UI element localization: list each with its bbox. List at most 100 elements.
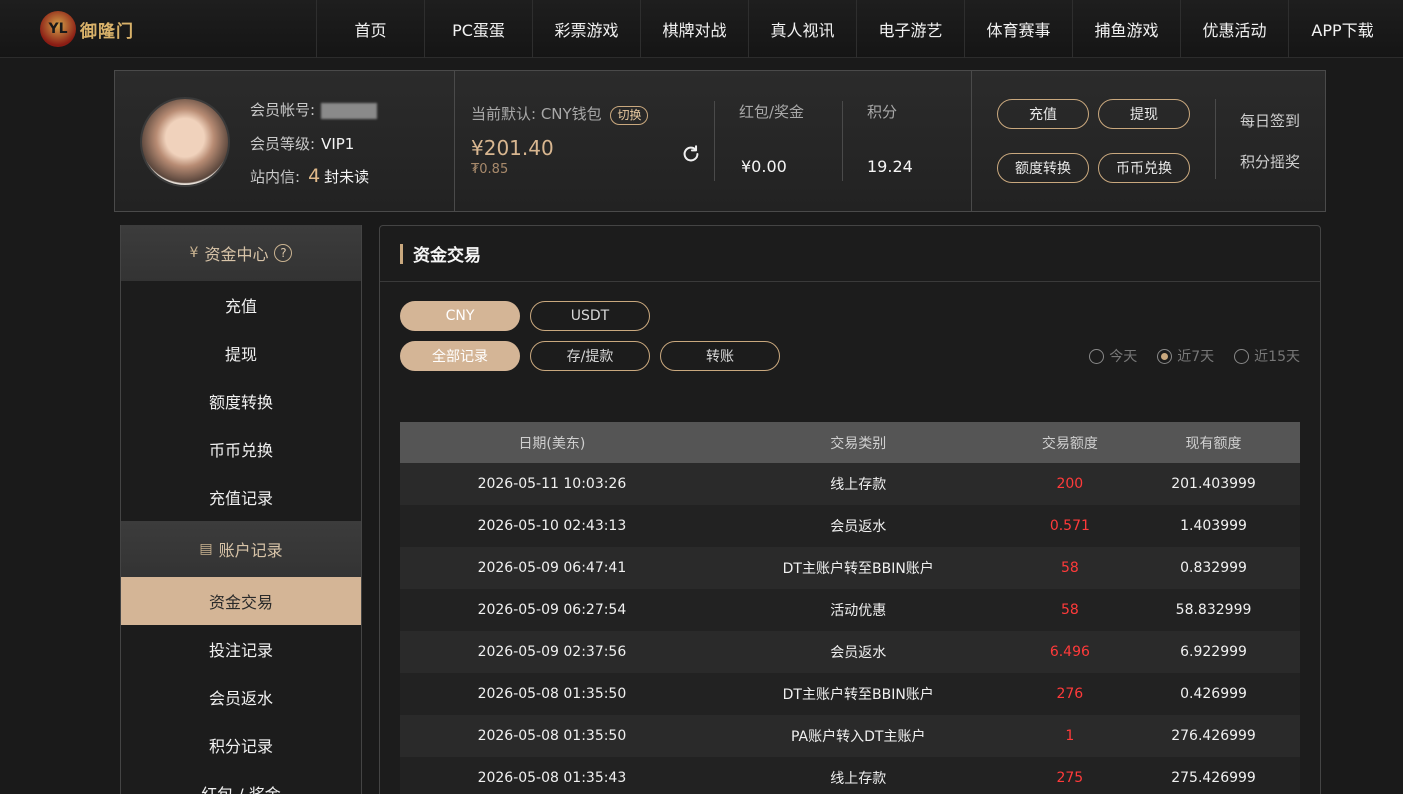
top-navigation-bar: YL 御隆门 首页 PC蛋蛋 彩票游戏 棋牌对战 真人视讯 电子游艺 体育赛事 … [0,0,1403,58]
wallet-section: 当前默认: CNY钱包 切换 ¥201.40 ₮0.85 红包/奖金 ¥0.00… [455,71,972,211]
cell-amount: 275 [1012,757,1128,794]
menu-item-fund-transactions[interactable]: 资金交易 [121,577,361,625]
cell-date: 2026-05-10 02:43:13 [400,505,704,547]
nav-item-chess[interactable]: 棋牌对战 [640,0,748,58]
logo-emblem-icon: YL [40,11,76,47]
nav-item-app-download[interactable]: APP下载 [1288,0,1396,58]
yen-coin-icon: ¥ [189,245,199,261]
funds-center-header: ¥ 资金中心 ? [121,225,361,281]
range-today[interactable]: 今天 [1089,346,1137,366]
quick-actions: 充值 提现 额度转换 币币兑换 每日签到 积分摇奖 [972,71,1325,211]
wallet-switch-button[interactable]: 切换 [610,106,649,125]
range-7-days[interactable]: 近7天 [1157,346,1214,366]
nav-item-home[interactable]: 首页 [316,0,424,58]
cell-amount: 58 [1012,589,1128,631]
help-icon[interactable]: ? [274,244,293,262]
wallet-default-label: 当前默认: CNY钱包 切换 [471,103,649,125]
divider [714,101,715,181]
level-label: 会员等级: [250,135,316,153]
menu-item-transfer[interactable]: 额度转换 [121,377,361,425]
member-profile: 会员帐号: 会员等级: VIP1 站内信: 4 封未读 [115,71,455,211]
cell-amount: 6.496 [1012,631,1128,673]
panel-header: 资金交易 [380,226,1320,282]
brand-logo[interactable]: YL 御隆门 [40,8,140,50]
menu-item-withdraw[interactable]: 提现 [121,329,361,377]
cell-type: 线上存款 [703,463,1013,505]
cell-balance: 276.426999 [1127,715,1300,757]
nav-item-sports[interactable]: 体育赛事 [964,0,1072,58]
exchange-button[interactable]: 币币兑换 [1098,153,1190,183]
cell-balance: 6.922999 [1127,631,1300,673]
nav-item-promotions[interactable]: 优惠活动 [1180,0,1288,58]
username-row: 会员帐号: [250,99,378,120]
range-label: 今天 [1109,349,1138,365]
menu-item-bet-records[interactable]: 投注记录 [121,625,361,673]
account-summary-panel: 会员帐号: 会员等级: VIP1 站内信: 4 封未读 当前默认: CNY钱包 切换 … [114,70,1326,212]
recharge-button[interactable]: 充值 [997,99,1089,129]
cell-balance: 58.832999 [1127,589,1300,631]
cell-balance: 0.832999 [1127,547,1300,589]
cell-date: 2026-05-08 01:35:50 [400,673,704,715]
cell-date: 2026-05-09 06:27:54 [400,589,704,631]
wallet-sub-balance: ₮0.85 [471,162,509,177]
menu-item-exchange[interactable]: 币币兑换 [121,425,361,473]
radio-icon [1089,348,1105,364]
avatar[interactable] [140,97,230,187]
inbox-row[interactable]: 站内信: 4 封未读 [250,165,369,187]
menu-item-points-records[interactable]: 积分记录 [121,721,361,769]
nav-item-fishing[interactable]: 捕鱼游戏 [1072,0,1180,58]
range-15-days[interactable]: 近15天 [1234,346,1300,366]
tab-currency-usdt[interactable]: USDT [530,301,650,331]
inbox-label: 站内信: [250,168,301,186]
table-header-row: 日期(美东) 交易类别 交易额度 现有额度 [400,422,1300,463]
tab-deposit-withdraw[interactable]: 存/提款 [530,341,650,371]
inbox-suffix: 封未读 [324,168,370,186]
cell-type: DT主账户转至BBIN账户 [703,673,1013,715]
tab-all-records[interactable]: 全部记录 [400,341,520,371]
table-row: 2026-05-08 01:35:50 DT主账户转至BBIN账户 276 0.426… [400,673,1300,715]
withdraw-button[interactable]: 提现 [1098,99,1190,129]
menu-item-bonus[interactable]: 红包 / 奖金 [121,769,361,794]
range-label: 近7天 [1177,349,1215,365]
table-row: 2026-05-09 06:27:54 活动优惠 58 58.832999 [400,589,1300,631]
logo-text: 御隆门 [80,21,134,42]
side-menu: ¥ 资金中心 ? 充值 提现 额度转换 币币兑换 充值记录 ▤ 账户记录 资金交… [120,225,362,794]
account-records-header: ▤ 账户记录 [121,521,361,577]
cell-type: 会员返水 [703,631,1013,673]
menu-item-recharge-records[interactable]: 充值记录 [121,473,361,521]
nav-item-live[interactable]: 真人视讯 [748,0,856,58]
menu-item-recharge[interactable]: 充值 [121,281,361,329]
nav-item-slots[interactable]: 电子游艺 [856,0,964,58]
range-label: 近15天 [1254,349,1300,365]
username-masked [321,102,378,119]
nav-item-lottery[interactable]: 彩票游戏 [532,0,640,58]
table-row: 2026-05-09 06:47:41 DT主账户转至BBIN账户 58 0.8329… [400,547,1300,589]
menu-item-rebate[interactable]: 会员返水 [121,673,361,721]
cell-date: 2026-05-08 01:35:50 [400,715,704,757]
tab-currency-cny[interactable]: CNY [400,301,520,331]
document-icon: ▤ [199,541,213,557]
cell-amount: 1 [1012,715,1128,757]
nav-item-pc-egg[interactable]: PC蛋蛋 [424,0,532,58]
points-lottery-link[interactable]: 积分摇奖 [1240,151,1300,172]
points-value: 19.24 [867,157,913,176]
cell-type: 会员返水 [703,505,1013,547]
cell-date: 2026-05-09 06:47:41 [400,547,704,589]
wallet-default-text: 当前默认: CNY钱包 [471,105,602,123]
radio-selected-icon [1157,348,1173,364]
cell-type: DT主账户转至BBIN账户 [703,547,1013,589]
wallet-balance: ¥201.40 [471,136,554,160]
fund-transactions-panel: 资金交易 CNY USDT 全部记录 存/提款 转账 今天 近7天 近15天 日… [379,225,1321,794]
cell-balance: 0.426999 [1127,673,1300,715]
date-range-selector: 今天 近7天 近15天 [1089,346,1300,366]
page-title: 资金交易 [413,246,481,266]
cell-type: PA账户转入DT主账户 [703,715,1013,757]
radio-icon [1234,348,1250,364]
refresh-icon[interactable] [680,143,702,165]
tab-transfer[interactable]: 转账 [660,341,780,371]
main-nav: 首页 PC蛋蛋 彩票游戏 棋牌对战 真人视讯 电子游艺 体育赛事 捕鱼游戏 优惠… [316,0,1396,58]
daily-signin-link[interactable]: 每日签到 [1240,110,1300,131]
cell-balance: 201.403999 [1127,463,1300,505]
cell-amount: 276 [1012,673,1128,715]
transfer-button[interactable]: 额度转换 [997,153,1089,183]
